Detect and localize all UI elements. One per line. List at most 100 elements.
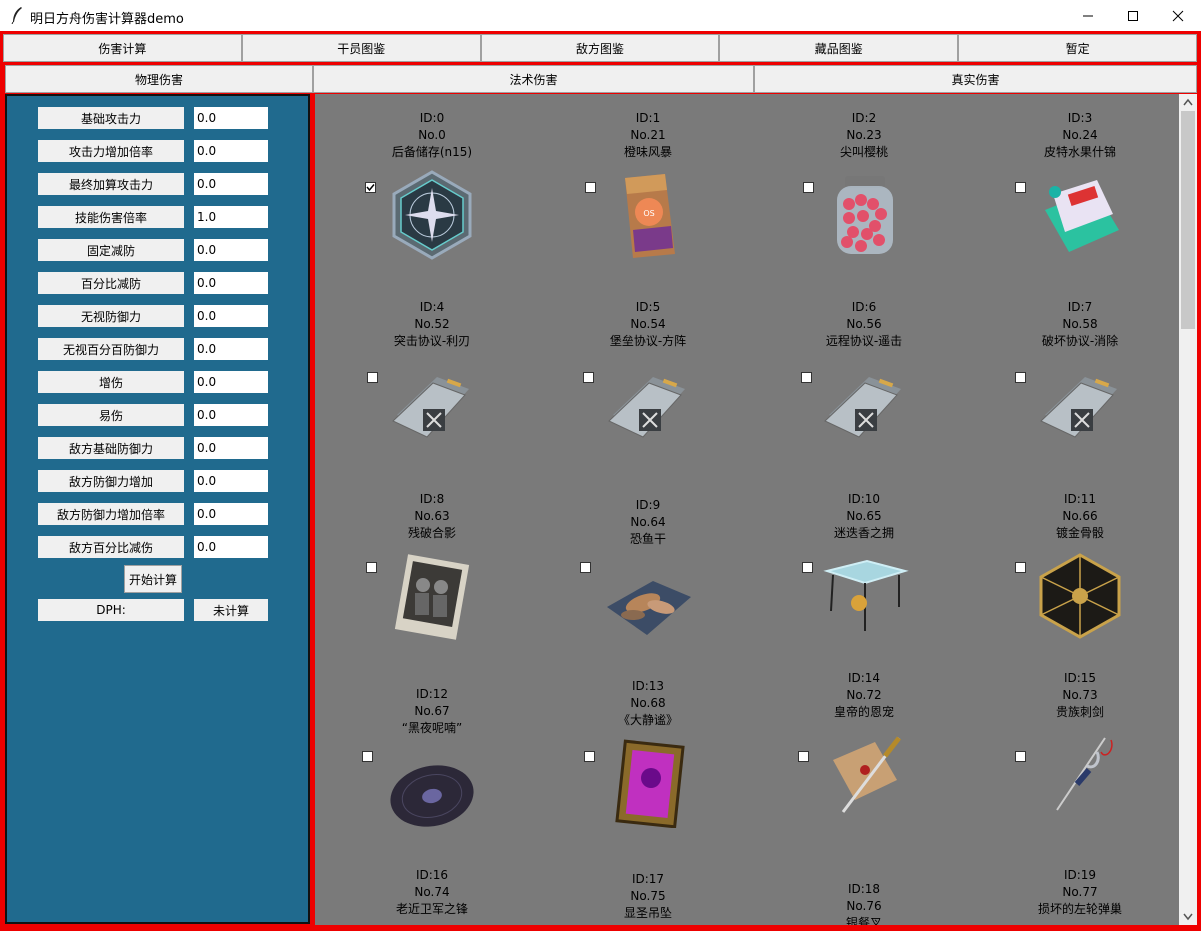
relic-no: No.23: [846, 128, 882, 142]
photo-icon: [387, 551, 477, 641]
relic-no: No.77: [1062, 885, 1098, 899]
snack-bag-icon: OS: [603, 170, 693, 260]
relic-checkbox[interactable]: [801, 372, 812, 383]
relic-name: 银餐叉: [845, 916, 882, 925]
relic-checkbox[interactable]: [580, 562, 591, 573]
tab-enemies[interactable]: 敌方图鉴: [480, 34, 720, 62]
relic-item: ID:8 No.63 残破合影: [324, 491, 540, 542]
relic-checkbox[interactable]: [365, 182, 376, 193]
minimize-button[interactable]: [1065, 0, 1111, 31]
relic-checkbox[interactable]: [1015, 182, 1026, 193]
relic-checkbox[interactable]: [1015, 562, 1026, 573]
painting-icon: [603, 738, 693, 829]
relic-checkbox[interactable]: [584, 751, 595, 762]
relic-name: 迷迭香之拥: [833, 526, 894, 540]
relic-id: ID:8: [419, 492, 445, 506]
dph-label: DPH:: [38, 599, 184, 621]
main-tab-bar: 伤害计算 干员图鉴 敌方图鉴 藏品图鉴 暂定: [3, 34, 1197, 62]
protocol-card-icon: [603, 359, 693, 449]
field-input[interactable]: [194, 173, 268, 195]
svg-text:OS: OS: [643, 209, 654, 218]
relic-grid: ID:0 No.0 后备储存(n15) ID:1 No.21 橙味风暴 OS ID:2 No.2…: [315, 94, 1179, 925]
relic-no: No.74: [414, 885, 450, 899]
field-label: 固定减防: [38, 239, 184, 261]
minimize-icon: [1083, 15, 1093, 16]
relic-id: ID:11: [1063, 492, 1097, 506]
relic-item: ID:15 No.73 贵族刺剑: [972, 670, 1179, 721]
scroll-down-icon[interactable]: [1183, 913, 1193, 921]
start-calc-button[interactable]: 开始计算: [124, 565, 182, 593]
field-input[interactable]: [194, 338, 268, 360]
field-input[interactable]: [194, 206, 268, 228]
field-input[interactable]: [194, 536, 268, 558]
tab-true-damage[interactable]: 真实伤害: [754, 65, 1197, 93]
field-input[interactable]: [194, 470, 268, 492]
field-row: 敌方防御力增加: [38, 470, 270, 492]
relic-item: ID:17 No.75 显圣吊坠: [540, 871, 756, 922]
relic-checkbox[interactable]: [583, 372, 594, 383]
tab-damage-calc[interactable]: 伤害计算: [3, 34, 242, 62]
tab-physical-damage[interactable]: 物理伤害: [5, 65, 313, 93]
stand-icon: [819, 551, 909, 641]
field-input[interactable]: [194, 305, 268, 327]
relic-no: No.54: [630, 317, 666, 331]
scrollbar-thumb[interactable]: [1181, 111, 1195, 329]
relic-no: No.56: [846, 317, 882, 331]
dph-value: 未计算: [194, 599, 268, 621]
relic-name: 老近卫军之锋: [395, 902, 468, 916]
field-input[interactable]: [194, 140, 268, 162]
relic-checkbox[interactable]: [798, 751, 809, 762]
tab-arts-damage[interactable]: 法术伤害: [313, 65, 754, 93]
relic-checkbox[interactable]: [366, 562, 377, 573]
relic-name: 损坏的左轮弹巢: [1037, 902, 1122, 916]
relic-name: 皮特水果什锦: [1043, 145, 1116, 159]
field-row: 无视百分百防御力: [38, 338, 270, 360]
field-input[interactable]: [194, 503, 268, 525]
relic-checkbox[interactable]: [803, 182, 814, 193]
relic-name: 残破合影: [407, 526, 456, 540]
relic-checkbox[interactable]: [585, 182, 596, 193]
field-input[interactable]: [194, 371, 268, 393]
relic-checkbox[interactable]: [1015, 751, 1026, 762]
cherry-jar-icon: [819, 170, 909, 260]
maximize-button[interactable]: [1110, 0, 1156, 31]
relic-id: ID:19: [1063, 868, 1097, 882]
field-input[interactable]: [194, 107, 268, 129]
relic-id: ID:13: [631, 679, 665, 693]
field-input[interactable]: [194, 272, 268, 294]
scroll-up-icon[interactable]: [1183, 98, 1193, 106]
relic-no: No.52: [414, 317, 450, 331]
relic-item: ID:0 No.0 后备储存(n15): [324, 110, 540, 161]
rapier-icon: [1035, 730, 1125, 820]
check-icon: [366, 184, 375, 192]
field-input[interactable]: [194, 437, 268, 459]
field-row: 最终加算攻击力: [38, 173, 270, 195]
field-input[interactable]: [194, 239, 268, 261]
relic-id: ID:2: [851, 111, 877, 125]
relic-checkbox[interactable]: [1015, 372, 1026, 383]
scrollbar[interactable]: [1179, 94, 1197, 925]
relic-id: ID:10: [847, 492, 881, 506]
relic-name: 《大静谧》: [617, 713, 678, 727]
field-label: 易伤: [38, 404, 184, 426]
relic-checkbox[interactable]: [802, 562, 813, 573]
tab-tbd[interactable]: 暂定: [958, 34, 1197, 62]
relic-no: No.68: [630, 696, 666, 710]
field-row: 百分比减防: [38, 272, 270, 294]
close-button[interactable]: [1155, 0, 1201, 31]
relic-no: No.73: [1062, 688, 1098, 702]
relic-no: No.64: [630, 515, 666, 529]
field-label: 敌方防御力增加: [38, 470, 184, 492]
tab-relics[interactable]: 藏品图鉴: [719, 34, 959, 62]
relic-name: 贵族刺剑: [1055, 705, 1104, 719]
relic-no: No.58: [1062, 317, 1098, 331]
field-label: 敌方百分比减伤: [38, 536, 184, 558]
relic-no: No.76: [846, 899, 882, 913]
damage-tab-bar: 物理伤害 法术伤害 真实伤害: [5, 65, 1197, 93]
tab-operators[interactable]: 干员图鉴: [241, 34, 481, 62]
field-label: 技能伤害倍率: [38, 206, 184, 228]
relic-item: ID:18 No.76 银餐叉: [756, 881, 972, 925]
relic-checkbox[interactable]: [362, 751, 373, 762]
field-input[interactable]: [194, 404, 268, 426]
relic-checkbox[interactable]: [367, 372, 378, 383]
